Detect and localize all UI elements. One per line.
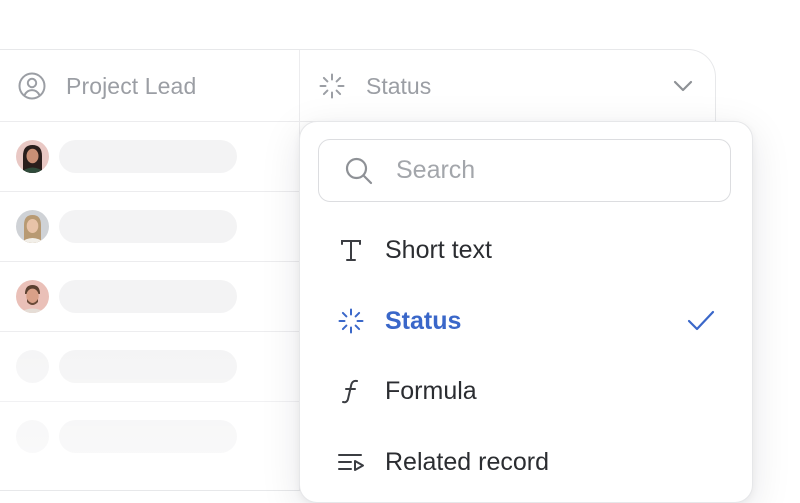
status-spinner-icon (319, 73, 345, 99)
placeholder-bar (59, 280, 237, 313)
search-icon (345, 157, 373, 184)
field-type-dropdown: Short text Status Formu (299, 121, 753, 503)
placeholder-bar (59, 210, 237, 243)
option-status[interactable]: Status (300, 296, 750, 346)
table-header: Project Lead Status (0, 50, 715, 122)
table-row[interactable] (0, 191, 299, 262)
option-short-text[interactable]: Short text (300, 225, 750, 275)
avatar-placeholder (16, 350, 49, 383)
option-label: Related record (385, 447, 549, 476)
option-label: Status (385, 306, 462, 335)
search-box[interactable] (318, 139, 731, 202)
table-row[interactable] (0, 121, 299, 192)
user-circle-icon (18, 72, 46, 100)
column-header-label: Status (366, 72, 432, 99)
placeholder-bar (59, 420, 237, 453)
placeholder-bar (59, 350, 237, 383)
avatar (16, 210, 49, 243)
checkmark-icon (687, 310, 715, 331)
table-row[interactable] (0, 331, 299, 402)
column-header-label: Project Lead (66, 72, 197, 99)
option-formula[interactable]: Formula (300, 366, 750, 416)
table-row[interactable] (0, 261, 299, 332)
related-record-icon (336, 447, 366, 477)
avatar (16, 280, 49, 313)
avatar-placeholder (16, 420, 49, 453)
placeholder-bar (59, 140, 237, 173)
table-row[interactable] (0, 401, 299, 471)
search-input[interactable] (394, 155, 698, 186)
option-label: Formula (385, 376, 477, 405)
column-header-project-lead[interactable]: Project Lead (18, 72, 196, 100)
function-icon (336, 376, 366, 406)
avatar (16, 140, 49, 173)
status-spinner-icon (336, 306, 366, 336)
option-label: Short text (385, 235, 492, 264)
text-type-icon (336, 235, 366, 265)
chevron-down-icon[interactable] (671, 74, 695, 98)
column-header-status[interactable]: Status (318, 72, 431, 100)
option-related-record[interactable]: Related record (300, 437, 750, 487)
